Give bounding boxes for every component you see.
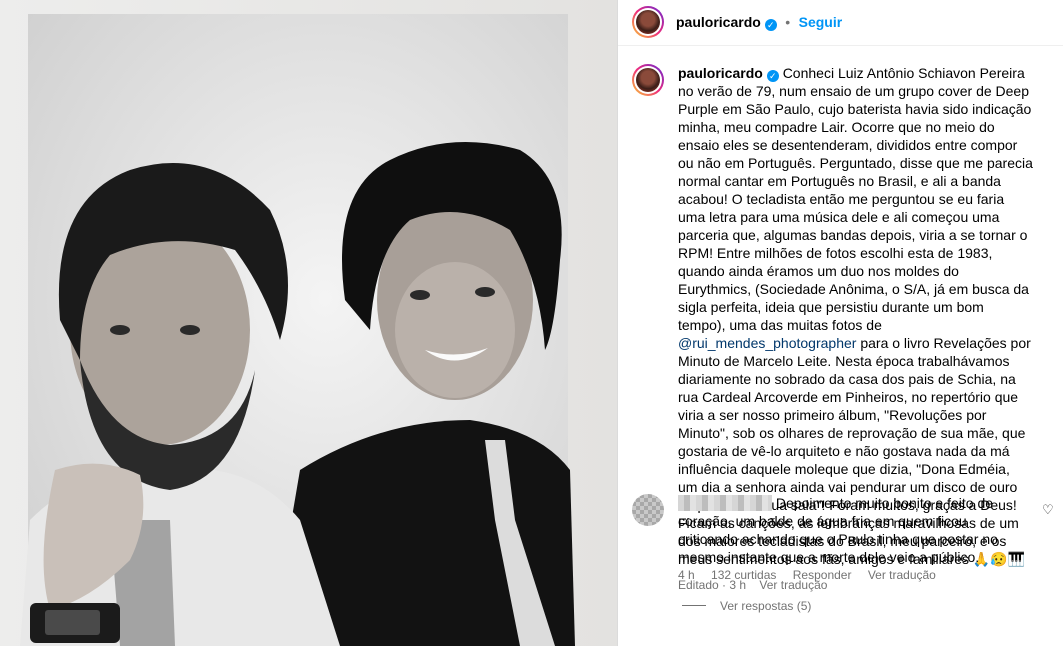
post-header: pauloricardo ✓ • Seguir [618, 0, 1063, 46]
comment: Depoimento muito bonito e feito de coraç… [678, 494, 1030, 566]
comment-username-blurred[interactable] [678, 495, 772, 511]
comment-avatar[interactable] [632, 494, 664, 526]
verified-badge-icon: ✓ [766, 70, 779, 82]
comment-reply-button[interactable]: Responder [793, 568, 852, 582]
header-line: pauloricardo ✓ • Seguir [676, 14, 842, 32]
comment-time[interactable]: 4 h [678, 568, 695, 582]
view-replies[interactable]: Ver respostas (5) [682, 599, 811, 613]
caption-mention-link[interactable]: @rui_mendes_photographer [678, 335, 856, 351]
caption-text-part-1: Conheci Luiz Antônio Schiavon Pereira no… [678, 65, 1033, 333]
heart-icon[interactable]: ♡ [1042, 502, 1054, 518]
verified-badge-icon: ✓ [764, 19, 777, 31]
post-photo[interactable] [0, 0, 617, 646]
author-username[interactable]: pauloricardo [676, 14, 761, 30]
caption-avatar[interactable] [632, 64, 664, 96]
author-avatar[interactable] [632, 6, 664, 38]
comment-translate-link[interactable]: Ver tradução [868, 568, 936, 582]
post-sidebar: pauloricardo ✓ • Seguir pauloricardo ✓ Con… [618, 0, 1063, 646]
comment-likes[interactable]: 132 curtidas [711, 568, 776, 582]
photo-illustration [0, 0, 617, 646]
header-separator: • [785, 14, 791, 30]
replies-line [682, 605, 706, 606]
view-replies-label[interactable]: Ver respostas (5) [720, 599, 811, 613]
follow-button[interactable]: Seguir [799, 14, 843, 30]
caption-username[interactable]: pauloricardo [678, 65, 763, 81]
comment-meta: 4 h 132 curtidas Responder Ver tradução [678, 568, 949, 582]
